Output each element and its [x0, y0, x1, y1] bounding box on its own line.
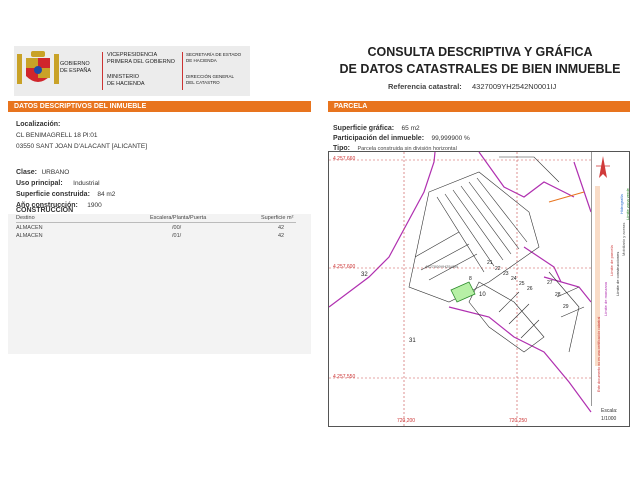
construccion-title: CONSTRUCCIÓN: [16, 207, 74, 214]
legend-item: Límite de parcela: [609, 245, 614, 276]
direccion-text: DIRECCIÓN GENERAL DEL CATASTRO: [186, 74, 235, 85]
coord-y-low: 4.257.550: [333, 374, 356, 380]
parcel-number: 21: [487, 260, 493, 266]
cadastral-map: 4.257.660 4.257.600 4.257.550 720,200 72…: [328, 151, 630, 427]
address-line-2: 03550 SANT JOAN D'ALACANT [ALICANTE]: [16, 143, 148, 150]
parcel-ref-text: 4327009YH2542N: [425, 264, 458, 269]
table-row-1-superficie: 42: [278, 225, 285, 231]
side-caption: Este documento no es una certificación c…: [597, 316, 601, 392]
anio-value: 1900: [87, 202, 102, 209]
north-arrow-icon: [596, 156, 610, 178]
map-legend: Límite de manzana Límite de parcela Lími…: [595, 186, 629, 396]
parcel-number: 31: [409, 338, 416, 344]
coord-y-mid: 4.257.600: [333, 264, 356, 270]
table-row-2-planta: /01/: [172, 233, 182, 239]
parcel-number: 22: [495, 266, 501, 272]
parcela-bar: PARCELA: [328, 101, 630, 112]
legend-item: Límite zona verde: [625, 188, 630, 220]
parcel-number: 27: [547, 280, 553, 286]
table-row-2-superficie: 42: [278, 233, 285, 239]
construccion-table: [8, 214, 311, 354]
scale-value: 1/1000: [601, 416, 617, 422]
table-header-escalera: Escalera/Planta/Puerta: [150, 215, 207, 221]
parcel-number: 28: [555, 292, 561, 298]
vicepresidencia-text: VICEPRESIDENCIA PRIMERA DEL GOBIERNO: [107, 52, 175, 65]
legend-item: Límite de manzana: [603, 281, 608, 316]
header-divider: [182, 52, 183, 90]
parcel-number: 32: [361, 272, 368, 278]
table-row-1-destino: ALMACEN: [16, 225, 43, 231]
secretaria-text: SECRETARÍA DE ESTADO DE HACIENDA: [186, 52, 242, 63]
page-title: CONSULTA DESCRIPTIVA Y GRÁFICA DE DATOS …: [339, 45, 621, 76]
table-row-2-destino: ALMACEN: [16, 233, 43, 239]
legend-divider: [591, 152, 592, 406]
government-logo-block: GOBIERNO DE ESPAÑA VICEPRESIDENCIA PRIMERA…: [14, 46, 250, 96]
map-drawing: [329, 152, 592, 426]
ref-value: 4327009YH2542N0001IJ: [472, 82, 557, 91]
coord-x-left: 720,200: [397, 418, 416, 424]
table-divider: [16, 222, 296, 223]
legend-item: Límite de construcciones: [615, 251, 620, 296]
table-row-1-planta: /00/: [172, 225, 182, 231]
coord-y-top: 4.257.660: [333, 156, 356, 162]
localizacion-label: Localización:: [16, 121, 61, 128]
parcel-number: 26: [527, 286, 533, 292]
table-header-superficie: Superficie m²: [261, 215, 294, 221]
ministerio-text: MINISTERIO DE HACIENDA: [107, 74, 145, 87]
parcel-number: 25: [519, 281, 525, 287]
address-line-1: CL BENIMAGRELL 18 Pl:01: [16, 132, 98, 139]
datos-descriptivos-bar: DATOS DESCRIPTIVOS DEL INMUEBLE: [8, 101, 311, 112]
parcel-number: 29: [563, 304, 569, 310]
coat-of-arms-icon: [17, 51, 59, 84]
parcel-number: 8: [469, 276, 472, 282]
legend-item: Hidrografía: [619, 194, 624, 214]
scale-label: Escala:: [601, 408, 618, 414]
parcel-number: 24: [511, 276, 517, 282]
parcel-number: 10: [479, 292, 486, 298]
header-divider: [102, 52, 103, 90]
legend-item: Mobiliario y aceras: [621, 222, 626, 256]
coord-x-right: 720,250: [509, 418, 528, 424]
parcel-number: 23: [503, 271, 509, 277]
gobierno-text: GOBIERNO DE ESPAÑA: [60, 61, 92, 74]
table-header-destino: Destino: [16, 215, 35, 221]
ref-label: Referencia catastral:: [388, 82, 462, 91]
